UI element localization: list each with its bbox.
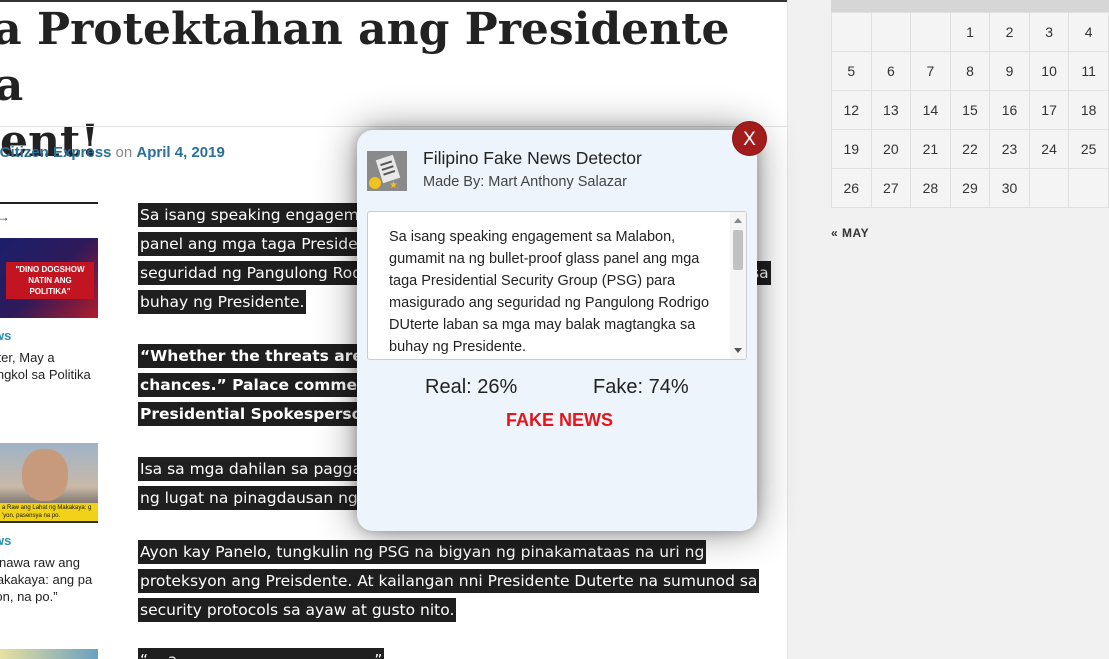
fake-score: Fake: 74% — [593, 376, 689, 398]
real-score: Real: 26% — [425, 376, 518, 398]
calendar-week-row: 19 20 21 22 23 24 25 — [831, 129, 1109, 169]
calendar-empty-cell — [1028, 168, 1070, 208]
post-excerpt-1[interactable]: orter, May a tungkol sa Politika sa — [0, 349, 96, 400]
date-link[interactable]: April 4, 2019 — [136, 144, 224, 161]
calendar-week-row: 1234 — [831, 12, 1109, 52]
calendar-day[interactable]: 22 — [949, 129, 991, 169]
calendar-prev-month-link[interactable]: « MAY — [831, 226, 869, 240]
analyzed-text-box[interactable]: Sa isang speaking engagement sa Malabon,… — [367, 211, 747, 360]
calendar-week-row: 12 13 14 15 16 17 18 — [831, 90, 1109, 130]
post-thumbnail-1[interactable]: "DINO DOGSHOW NATIN ANG POLITIKA" — [0, 238, 98, 318]
calendar-day[interactable]: 30 — [989, 168, 1030, 208]
calendar-day[interactable]: 12 — [831, 90, 872, 130]
calendar-day[interactable]: 10 — [1028, 51, 1070, 91]
calendar-day[interactable]: 4 — [1068, 12, 1109, 52]
calendar-day[interactable]: 21 — [910, 129, 951, 169]
calendar-day[interactable]: 19 — [831, 129, 872, 169]
calendar-day[interactable]: 29 — [949, 168, 991, 208]
post-excerpt-2[interactable]: Ginawa raw ang Makakaya: ang pa ‘yon, na… — [0, 554, 96, 605]
title-divider — [0, 126, 787, 127]
calendar-day[interactable]: 5 — [831, 51, 872, 91]
popup-title: Filipino Fake News Detector — [423, 148, 642, 168]
calendar-day[interactable]: 14 — [910, 90, 951, 130]
calendar-day[interactable]: 17 — [1028, 90, 1070, 130]
calendar-day[interactable]: 1 — [949, 12, 991, 52]
thumbnail-caption: a Raw ang Lahat ng Makakaya: g 'yon, pas… — [0, 503, 98, 521]
calendar-day[interactable]: 27 — [870, 168, 912, 208]
calendar-empty-cell — [831, 12, 872, 52]
popup-subtitle: Made By: Mart Anthony Salazar — [423, 174, 627, 190]
text-scrollbar[interactable] — [730, 212, 746, 359]
calendar-header — [831, 0, 1109, 12]
calendar-day[interactable]: 24 — [1028, 129, 1070, 169]
thumbnail-person-image — [22, 449, 68, 501]
article-title-line-1: ra Protektahan ang Presidente sa — [0, 4, 730, 111]
calendar-week-row: 5 6 7 8 9 10 11 — [831, 51, 1109, 91]
calendar-day[interactable]: 7 — [910, 51, 951, 91]
post-category-1[interactable]: ws — [0, 328, 11, 343]
calendar-empty-cell — [910, 12, 951, 52]
calendar-day[interactable]: 8 — [949, 51, 991, 91]
calendar-day[interactable]: 13 — [870, 90, 912, 130]
article-paragraph: Ayon kay Panelo, tungkulin ng PSG na big… — [138, 538, 778, 625]
thumbnail-caption: "DINO DOGSHOW NATIN ANG POLITIKA" — [6, 262, 94, 299]
byline-on: on — [111, 144, 137, 161]
calendar-day[interactable]: 18 — [1068, 90, 1109, 130]
verdict-label: FAKE NEWS — [506, 410, 614, 430]
calendar-empty-cell — [1068, 168, 1109, 208]
calendar-week-row: 26 27 28 29 30 — [831, 168, 1109, 208]
post-thumbnail-3[interactable] — [0, 649, 98, 659]
calendar-day[interactable]: 15 — [949, 90, 991, 130]
extension-logo-icon: ★ — [367, 151, 407, 191]
calendar-day[interactable]: 16 — [989, 90, 1030, 130]
byline: y Citizen Express on April 4, 2019 — [0, 144, 225, 161]
calendar-day[interactable]: 2 — [989, 12, 1030, 52]
scroll-up-arrow-icon[interactable] — [734, 218, 742, 223]
calendar-day[interactable]: 3 — [1028, 12, 1070, 52]
scroll-down-arrow-icon[interactable] — [734, 348, 742, 353]
calendar-day[interactable]: 28 — [910, 168, 951, 208]
calendar-day[interactable]: 9 — [989, 51, 1030, 91]
calendar-day[interactable]: 25 — [1068, 129, 1109, 169]
author-link[interactable]: Citizen Express — [0, 144, 111, 161]
article-paragraph: “... a ... ... ... ... ... ... ... ... .… — [138, 646, 778, 659]
scroll-thumb[interactable] — [733, 230, 743, 270]
calendar-day[interactable]: 11 — [1068, 51, 1109, 91]
calendar-day[interactable]: 26 — [831, 168, 872, 208]
calendar-widget: 1 2 3 4 5 6 7 8 9 10 11 12 13 14 15 16 17 18 19 20 21 22 23 24 2… — [831, 12, 1109, 208]
sidebar-rule — [0, 202, 98, 204]
calendar-day[interactable]: 20 — [870, 129, 912, 169]
next-post-link[interactable]: T → — [0, 210, 10, 224]
close-button[interactable]: X — [732, 121, 767, 156]
calendar-empty-cell — [870, 12, 912, 52]
post-category-2[interactable]: ws — [0, 533, 11, 548]
calendar-day[interactable]: 23 — [989, 129, 1030, 169]
post-thumbnail-2[interactable]: a Raw ang Lahat ng Makakaya: g 'yon, pas… — [0, 443, 98, 523]
analyzed-text: Sa isang speaking engagement sa Malabon,… — [389, 229, 710, 355]
calendar-day[interactable]: 6 — [870, 51, 912, 91]
